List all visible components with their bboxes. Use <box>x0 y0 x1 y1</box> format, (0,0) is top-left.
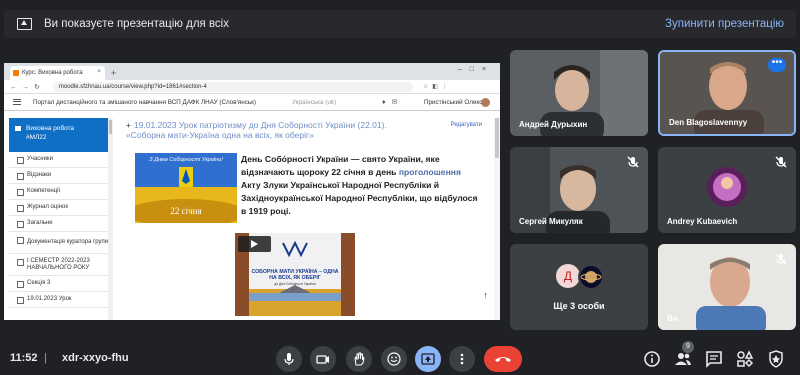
self-tile[interactable]: Ви <box>658 244 796 330</box>
user-name[interactable]: Пристінський Олексій <box>424 99 487 106</box>
video-thumbnail[interactable]: СОБОРНА МАТИ УКРАЇНА – ОДНА НА ВСІХ, ЯК … <box>235 233 355 316</box>
participant-name: Den Blagoslavennyy <box>669 118 748 127</box>
close-tab-icon[interactable]: × <box>97 69 101 75</box>
moodle-favicon-icon <box>13 70 19 76</box>
chat-icon[interactable] <box>704 349 724 369</box>
mic-button[interactable] <box>276 346 302 372</box>
meeting-code: xdr-xxyo-fhu <box>62 352 129 364</box>
menu-icon[interactable] <box>13 99 21 105</box>
camera-icon <box>316 355 329 364</box>
host-controls-icon[interactable] <box>766 349 786 369</box>
sidebar-item[interactable]: Секція 3 <box>9 276 112 292</box>
more-options-button[interactable] <box>449 346 475 372</box>
mic-off-icon <box>627 156 639 168</box>
course-sidebar: Виховна робота #МЛ22 Учасники Відзнаки К… <box>9 118 113 320</box>
sidebar-item[interactable]: I СЕМЕСТР 2022-2023 НАВЧАЛЬНОГО РОКУ <box>9 254 112 276</box>
nav-arrows-icon[interactable]: ←→↻ <box>10 83 45 91</box>
sidebar-item[interactable]: 19.01.2023 Урок <box>9 292 112 308</box>
sidebar-item[interactable]: Журнал оцінок <box>9 200 112 216</box>
video-title: СОБОРНА МАТИ УКРАЇНА – ОДНА НА ВСІХ, ЯК … <box>251 269 339 281</box>
presenting-message: Ви показуєте презентацію для всіх <box>44 18 229 30</box>
participant-tile[interactable]: Андрей Дурыхин <box>510 50 648 136</box>
new-tab-icon[interactable]: + <box>111 68 116 78</box>
others-label: Ще 3 особи <box>553 301 605 311</box>
hand-icon <box>354 352 365 366</box>
sidebar-item[interactable]: Відзнаки <box>9 168 112 184</box>
window-controls[interactable]: –□× <box>458 66 494 73</box>
present-button[interactable] <box>415 346 441 372</box>
participant-name: Ви <box>667 314 678 323</box>
participant-name: Сергей Микуляк <box>519 217 583 226</box>
sidebar-course-line1: Виховна робота <box>26 125 75 132</box>
edit-link[interactable]: Редагувати <box>451 122 482 128</box>
browser-tabbar: Курс: Виховна робота × + –□× <box>4 63 500 80</box>
play-icon[interactable] <box>238 236 271 252</box>
address-bar: ←→↻ moodle.sfzhnau.ua/course/view.php?id… <box>4 80 500 94</box>
more-options-icon[interactable]: ••• <box>768 58 786 72</box>
banner1-date: 22 січня <box>170 206 202 216</box>
site-header: Портал дистанційного та змішаного навчан… <box>4 94 500 111</box>
extensions-icons[interactable]: ☆◧⋮ <box>423 83 452 90</box>
unity-day-banner: З Днем Соборності України! 22 січня <box>135 153 237 223</box>
unity-day-paragraph: День Собо́рності України — свято України… <box>241 154 478 216</box>
meet-window: Ви показуєте презентацію для всіх Зупини… <box>0 0 800 375</box>
language-selector[interactable]: Українська (uk) <box>292 99 336 106</box>
scroll-top-icon[interactable]: ↑ <box>484 290 489 300</box>
video-subtitle: до Дня Соборності України <box>274 282 316 286</box>
sidebar-scrollbar[interactable] <box>108 118 113 320</box>
present-screen-icon <box>17 18 32 30</box>
mic-off-icon <box>775 253 787 265</box>
sidebar-item-course[interactable]: Виховна робота #МЛ22 <box>9 118 112 152</box>
camera-button[interactable] <box>310 346 336 372</box>
others-avatar: Д <box>556 264 580 288</box>
banner1-text: З Днем Соборності України! <box>149 157 223 163</box>
hangup-icon <box>495 357 511 362</box>
shared-screen: Курс: Виховна робота × + –□× ←→↻ moodle.… <box>4 63 500 320</box>
present-icon <box>421 353 435 365</box>
participant-name: Andrey Kubaevich <box>667 217 738 226</box>
url-field[interactable]: moodle.sfzhnau.ua/course/view.php?id=186… <box>52 81 413 92</box>
browser-tab[interactable]: Курс: Виховна робота × <box>10 66 105 80</box>
user-avatar[interactable] <box>481 98 490 107</box>
browser-tab-title: Курс: Виховна робота <box>22 70 83 76</box>
section-title: +19.01.2023 Урок патріотизму до Дня Собо… <box>126 120 387 140</box>
more-vert-icon <box>460 353 464 365</box>
presenting-bar: Ви показуєте презентацію для всіх Зупини… <box>4 10 796 38</box>
participant-tile-active[interactable]: ••• Den Blagoslavennyy <box>658 50 796 136</box>
proclamation-link[interactable]: проголошення <box>399 167 461 177</box>
others-tile[interactable]: Д Ще 3 особи <box>510 244 648 330</box>
sidebar-course-line2: #МЛ22 <box>26 134 47 141</box>
sidebar-item[interactable]: Учасники <box>9 152 112 168</box>
stop-presenting-button[interactable]: Зупинити презентацію <box>665 18 784 30</box>
raise-hand-button[interactable] <box>346 346 372 372</box>
sidebar-item[interactable]: Документація куратора групи <box>9 232 112 254</box>
site-title[interactable]: Портал дистанційного та змішаного навчан… <box>33 99 256 106</box>
sidebar-item[interactable]: Компетенції <box>9 184 112 200</box>
course-content: +19.01.2023 Урок патріотизму до Дня Собо… <box>117 118 500 320</box>
activities-icon[interactable] <box>735 349 755 369</box>
notification-icons[interactable]: ♦✉ <box>382 98 403 106</box>
expand-icon[interactable]: + <box>126 120 131 130</box>
others-avatar-image <box>578 264 604 290</box>
reactions-button[interactable] <box>381 346 407 372</box>
mic-off-icon <box>775 156 787 168</box>
clock: 11:52 <box>10 352 38 364</box>
mic-icon <box>284 353 294 365</box>
people-count-badge: 9 <box>682 341 694 353</box>
leave-call-button[interactable] <box>484 346 522 372</box>
info-icon[interactable] <box>642 349 662 369</box>
separator: | <box>44 352 47 364</box>
sidebar-item[interactable]: Загальне <box>9 216 112 232</box>
content-scrollbar[interactable] <box>494 118 500 320</box>
emoji-icon <box>387 352 401 366</box>
participant-tile[interactable]: Сергей Микуляк <box>510 147 648 233</box>
participant-name: Андрей Дурыхин <box>519 120 588 129</box>
participant-tile[interactable]: Andrey Kubaevich <box>658 147 796 233</box>
